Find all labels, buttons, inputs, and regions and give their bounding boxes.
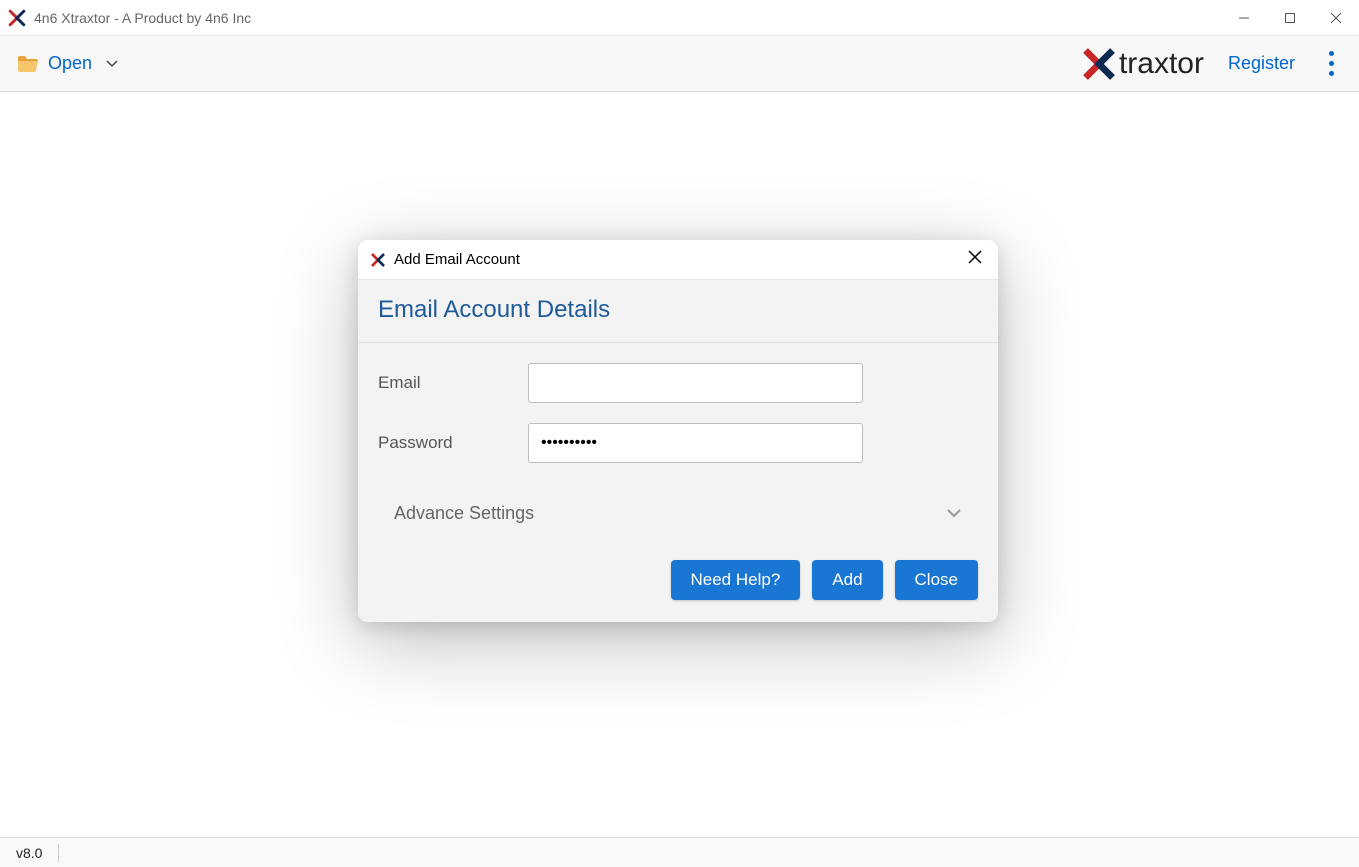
close-button[interactable]: Close <box>895 560 978 600</box>
need-help-button[interactable]: Need Help? <box>671 560 801 600</box>
dialog-titlebar: Add Email Account <box>358 240 998 280</box>
maximize-button[interactable] <box>1267 0 1313 35</box>
kebab-dot-icon <box>1329 61 1334 66</box>
dialog-heading: Email Account Details <box>378 296 978 324</box>
main-area: Add Email Account Email Account Details … <box>0 92 1359 837</box>
more-menu-button[interactable] <box>1319 44 1343 84</box>
add-button[interactable]: Add <box>812 560 882 600</box>
folder-icon <box>16 52 40 76</box>
advance-settings-label: Advance Settings <box>394 503 946 524</box>
close-window-button[interactable] <box>1313 0 1359 35</box>
add-email-dialog: Add Email Account Email Account Details … <box>358 240 998 622</box>
password-input[interactable] <box>528 423 863 463</box>
window-title: 4n6 Xtraxtor - A Product by 4n6 Inc <box>34 10 1221 26</box>
dialog-title: Add Email Account <box>394 251 964 268</box>
email-label: Email <box>378 373 528 393</box>
window-titlebar: 4n6 Xtraxtor - A Product by 4n6 Inc <box>0 0 1359 36</box>
password-row: Password <box>378 423 978 463</box>
kebab-dot-icon <box>1329 51 1334 56</box>
brand-logo-text: traxtor <box>1119 47 1204 81</box>
status-bar: v8.0 <box>0 837 1359 867</box>
dialog-actions: Need Help? Add Close <box>378 538 978 600</box>
brand-logo: traxtor <box>1081 46 1204 82</box>
dialog-body: Email Password Advance Settings Need Hel… <box>358 343 998 622</box>
brand-logo-icon <box>1081 46 1117 82</box>
password-label: Password <box>378 433 528 453</box>
kebab-dot-icon <box>1329 71 1334 76</box>
dialog-header: Email Account Details <box>358 280 998 343</box>
minimize-button[interactable] <box>1221 0 1267 35</box>
email-row: Email <box>378 363 978 403</box>
app-icon <box>8 9 26 27</box>
chevron-down-icon <box>946 505 962 523</box>
dialog-close-button[interactable] <box>964 246 986 273</box>
advance-settings-toggle[interactable]: Advance Settings <box>378 483 978 538</box>
version-label: v8.0 <box>16 844 59 862</box>
window-controls <box>1221 0 1359 35</box>
dropdown-caret-icon <box>106 55 118 73</box>
open-menu-button[interactable]: Open <box>16 52 118 76</box>
open-label: Open <box>48 53 92 74</box>
dialog-icon <box>370 252 386 268</box>
email-input[interactable] <box>528 363 863 403</box>
toolbar: Open traxtor Register <box>0 36 1359 92</box>
register-link[interactable]: Register <box>1228 53 1295 74</box>
